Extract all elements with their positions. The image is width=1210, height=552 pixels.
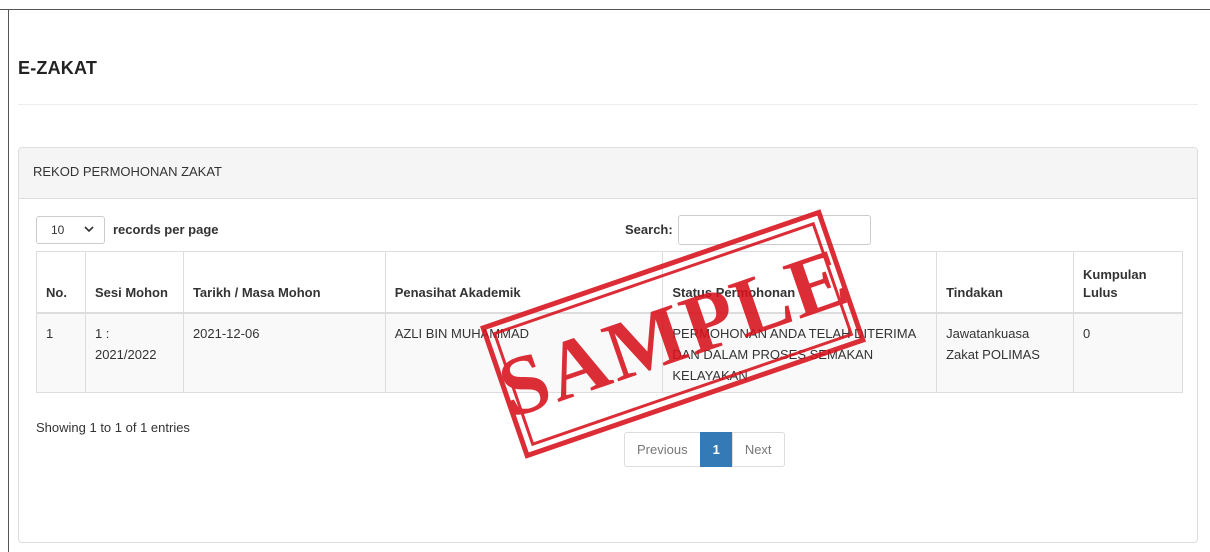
pagination-page-1[interactable]: 1 — [699, 432, 733, 467]
window-top-border — [0, 9, 1210, 10]
column-header-tarikh[interactable]: Tarikh / Masa Mohon — [182, 251, 386, 314]
table-header-row: No. Sesi Mohon Tarikh / Masa Mohon Penas… — [36, 251, 1183, 314]
column-header-sesi[interactable]: Sesi Mohon — [84, 251, 184, 314]
cell-tindakan: Jawatankuasa Zakat POLIMAS — [936, 312, 1074, 393]
cell-status: PERMOHONAN ANDA TELAH DITERIMA DAN DALAM… — [662, 312, 938, 393]
records-per-page-label: records per page — [113, 222, 219, 237]
cell-sesi: 1 : 2021/2022 — [84, 312, 184, 393]
pagination: Previous 1 Next — [624, 432, 785, 467]
pagination-previous[interactable]: Previous — [624, 432, 701, 467]
column-header-kumpulan[interactable]: Kumpulan Lulus — [1073, 251, 1183, 314]
cell-tarikh: 2021-12-06 — [182, 312, 386, 393]
records-per-page-select[interactable]: 10 — [36, 216, 105, 244]
cell-kumpulan: 0 — [1073, 312, 1183, 393]
window-left-border — [8, 9, 9, 552]
table-controls: 10 records per page Search: — [36, 215, 1186, 245]
records-per-page-value: 10 — [51, 223, 65, 237]
search-input[interactable] — [678, 215, 871, 245]
cell-penasihat: AZLI BIN MUHAMMAD — [384, 312, 664, 393]
table-info: Showing 1 to 1 of 1 entries — [36, 420, 190, 435]
page-title: E-ZAKAT — [18, 58, 98, 78]
cell-no: 1 — [36, 312, 86, 393]
column-header-tindakan[interactable]: Tindakan — [936, 251, 1074, 314]
table-row: 1 1 : 2021/2022 2021-12-06 AZLI BIN MUHA… — [36, 312, 1183, 393]
pagination-next[interactable]: Next — [731, 432, 785, 467]
panel-heading: REKOD PERMOHONAN ZAKAT — [19, 148, 1197, 199]
title-divider — [18, 104, 1198, 105]
records-table: No. Sesi Mohon Tarikh / Masa Mohon Penas… — [36, 251, 1183, 393]
column-header-penasihat[interactable]: Penasihat Akademik — [384, 251, 664, 314]
search-label: Search: — [625, 222, 673, 237]
column-header-status[interactable]: Status Permohonan — [662, 251, 938, 314]
column-header-no[interactable]: No. — [36, 251, 86, 314]
chevron-down-icon — [84, 226, 94, 233]
records-panel: REKOD PERMOHONAN ZAKAT 10 records per pa… — [18, 147, 1198, 543]
